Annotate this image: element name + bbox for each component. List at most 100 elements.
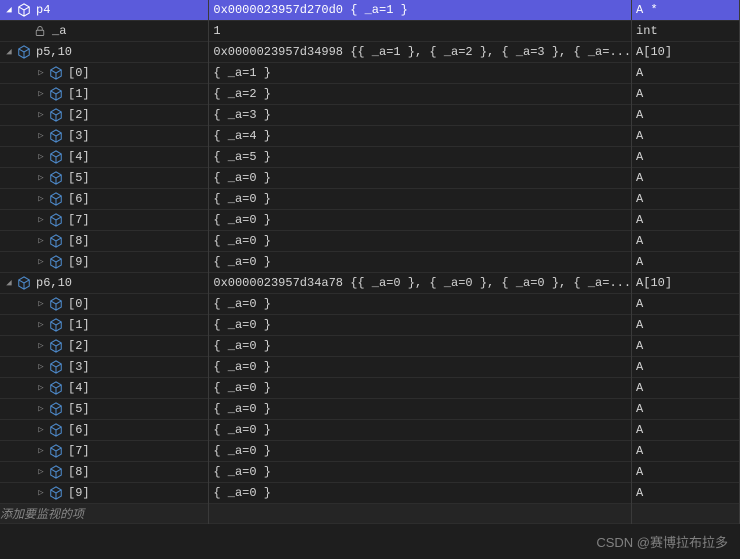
watch-row[interactable]: ◢ p6,10 0x0000023957d34a78 {{ _a=0 }, { _… [0,273,740,294]
expand-arrow-right-icon[interactable]: ▷ [34,402,48,416]
watch-type: A [632,378,740,399]
watch-name: p6,10 [36,276,72,290]
watch-name: [7] [68,213,90,227]
watch-row[interactable]: ▷ [7]{ _a=0 }A [0,210,740,231]
watch-row[interactable]: ◢ p4 0x0000023957d270d0 { _a=1 }A * [0,0,740,21]
object-cube-icon [48,65,64,81]
expand-arrow-right-icon[interactable]: ▷ [34,150,48,164]
watch-name: [7] [68,444,90,458]
expand-arrow-right-icon[interactable]: ▷ [34,234,48,248]
watch-row[interactable]: ▷ [3]{ _a=0 }A [0,357,740,378]
object-cube-icon [48,380,64,396]
watch-row[interactable]: ▷ [6]{ _a=0 }A [0,189,740,210]
watch-value: { _a=5 } [209,147,632,168]
watch-row[interactable]: ▷ [7]{ _a=0 }A [0,441,740,462]
watch-row[interactable]: ▷ [0]{ _a=1 }A [0,63,740,84]
watch-row[interactable]: ▷ _a1int [0,21,740,42]
expand-arrow-right-icon[interactable]: ▷ [34,381,48,395]
expand-arrow-right-icon[interactable]: ▷ [34,360,48,374]
watermark-text: CSDN @赛博拉布拉多 [596,532,728,551]
object-cube-icon [48,233,64,249]
watch-type: A [632,84,740,105]
watch-name: [3] [68,360,90,374]
watch-type: A [632,189,740,210]
watch-value: { _a=3 } [209,105,632,126]
watch-value: { _a=0 } [209,483,632,504]
watch-row[interactable]: ▷ [1]{ _a=2 }A [0,84,740,105]
expand-arrow-right-icon[interactable]: ▷ [34,192,48,206]
object-cube-icon [48,338,64,354]
object-cube-icon [16,44,32,60]
watch-row[interactable]: ▷ [8]{ _a=0 }A [0,462,740,483]
expand-arrow-right-icon[interactable]: ▷ [34,318,48,332]
expand-arrow-down-icon[interactable]: ◢ [2,276,16,290]
object-cube-icon [48,86,64,102]
watch-name: [5] [68,171,90,185]
watch-name: [9] [68,255,90,269]
expand-arrow-right-icon[interactable]: ▷ [34,465,48,479]
watch-name: [1] [68,87,90,101]
expand-arrow-down-icon[interactable]: ◢ [2,45,16,59]
add-watch-item-label[interactable]: 添加要监视的项 [0,504,209,524]
watch-type: int [632,21,740,42]
watch-type: A * [632,0,740,21]
expand-arrow-right-icon[interactable]: ▷ [34,129,48,143]
watch-type: A [632,420,740,441]
watch-type: A [632,168,740,189]
expand-arrow-right-icon[interactable]: ▷ [34,213,48,227]
watch-name: [8] [68,234,90,248]
watch-row[interactable]: ▷ [6]{ _a=0 }A [0,420,740,441]
object-cube-icon [48,170,64,186]
expand-arrow-right-icon[interactable]: ▷ [34,297,48,311]
watch-value: { _a=0 } [209,441,632,462]
expand-arrow-right-icon[interactable]: ▷ [34,423,48,437]
watch-row[interactable]: ▷ [9]{ _a=0 }A [0,483,740,504]
expand-arrow-right-icon[interactable]: ▷ [34,339,48,353]
watch-row[interactable]: ▷ [4]{ _a=5 }A [0,147,740,168]
watch-value: 0x0000023957d270d0 { _a=1 } [209,0,632,21]
expand-arrow-right-icon[interactable]: ▷ [34,171,48,185]
watch-name: p4 [36,3,50,17]
watch-type: A [632,483,740,504]
watch-row[interactable]: ▷ [3] { _a=4 }A [0,126,740,147]
watch-row[interactable]: ◢ p5,100x0000023957d34998 {{ _a=1 }, { _… [0,42,740,63]
watch-type: A [632,462,740,483]
watch-row[interactable]: ▷ [0]{ _a=0 }A [0,294,740,315]
expand-arrow-down-icon[interactable]: ◢ [2,3,16,17]
watch-value: { _a=0 } [209,294,632,315]
expand-arrow-right-icon[interactable]: ▷ [34,255,48,269]
watch-value: { _a=0 } [209,420,632,441]
watch-row[interactable]: ▷ [8]{ _a=0 }A [0,231,740,252]
add-watch-item-row[interactable]: 添加要监视的项 [0,504,740,524]
watch-value: { _a=4 } [209,126,632,147]
watch-name: [0] [68,297,90,311]
expand-arrow-right-icon[interactable]: ▷ [34,87,48,101]
watch-name: [4] [68,150,90,164]
watch-row[interactable]: ▷ [2]{ _a=0 }A [0,336,740,357]
object-cube-icon [48,464,64,480]
watch-row[interactable]: ▷ [9]{ _a=0 }A [0,252,740,273]
watch-value: { _a=0 } [209,252,632,273]
object-cube-icon [16,275,32,291]
watch-row[interactable]: ▷ [2]{ _a=3 }A [0,105,740,126]
expand-arrow-right-icon[interactable]: ▷ [34,486,48,500]
object-cube-icon [48,212,64,228]
expand-arrow-right-icon[interactable]: ▷ [34,66,48,80]
watch-value: { _a=0 } [209,336,632,357]
watch-name: _a [52,24,66,38]
watch-value: { _a=0 } [209,315,632,336]
watch-value: 0x0000023957d34a78 {{ _a=0 }, { _a=0 }, … [209,273,632,294]
watch-value: { _a=0 } [209,231,632,252]
watch-row[interactable]: ▷ [4]{ _a=0 }A [0,378,740,399]
watch-name: [3] [68,129,90,143]
lock-icon [32,23,48,39]
watch-row[interactable]: ▷ [5]{ _a=0 }A [0,399,740,420]
expand-arrow-right-icon[interactable]: ▷ [34,444,48,458]
watch-row[interactable]: ▷ [5]{ _a=0 }A [0,168,740,189]
watch-type: A [632,126,740,147]
expand-arrow-right-icon[interactable]: ▷ [34,108,48,122]
object-cube-icon [48,443,64,459]
watch-row[interactable]: ▷ [1]{ _a=0 }A [0,315,740,336]
object-cube-icon [16,2,32,18]
watch-type: A [632,63,740,84]
